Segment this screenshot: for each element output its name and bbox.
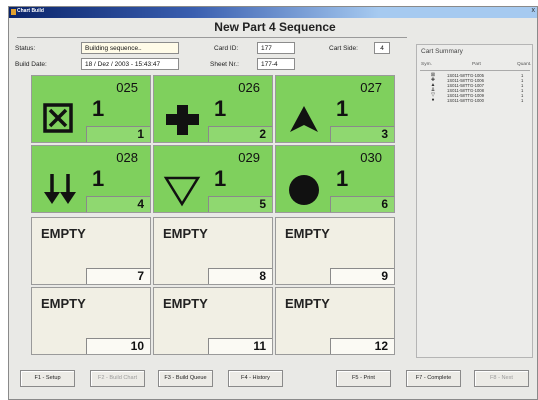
slot-code: 027 (360, 80, 382, 95)
slot-number: 4 (86, 196, 150, 212)
summary-symbol: ● (431, 97, 435, 103)
summary-header-quant: Quant. (517, 62, 532, 67)
summary-header-part: Part (472, 62, 481, 67)
empty-label: EMPTY (285, 226, 330, 241)
summary-quant: 1 (521, 98, 524, 103)
slot-quantity: 1 (336, 96, 349, 121)
empty-label: EMPTY (163, 296, 208, 311)
slot-number: 1 (86, 126, 150, 142)
slot-cell[interactable]: 029 1 5 (153, 145, 273, 213)
slot-cell-empty[interactable]: EMPTY 10 (31, 287, 151, 355)
slot-cell[interactable]: 030 1 6 (275, 145, 395, 213)
slot-quantity: 1 (214, 166, 227, 191)
build-queue-button[interactable]: F3 - Build Queue (158, 370, 213, 387)
slot-number: 3 (330, 126, 394, 142)
slot-quantity: 1 (214, 96, 227, 121)
slot-code: 029 (238, 150, 260, 165)
slot-cell[interactable]: 025 1 1 (31, 75, 151, 143)
summary-header-divider (420, 70, 530, 71)
title-bar[interactable]: Chart Build x (9, 7, 537, 18)
app-icon (11, 9, 16, 15)
slot-number: 10 (86, 338, 150, 354)
status-field: Building sequence.. (81, 42, 179, 54)
build-date-label: Build Date: (15, 61, 47, 68)
empty-label: EMPTY (41, 226, 86, 241)
slot-cell-empty[interactable]: EMPTY 9 (275, 217, 395, 285)
slot-quantity: 1 (336, 166, 349, 191)
summary-row: ● 1S011-58TTG-1000 1 (417, 97, 534, 104)
slot-cell[interactable]: 028 1 4 (31, 145, 151, 213)
cart-side-field: 4 (374, 42, 390, 54)
cart-side-label: Cart Side: (329, 45, 358, 52)
history-button[interactable]: F4 - History (228, 370, 283, 387)
filled-circle-icon (289, 175, 319, 205)
slot-code: 030 (360, 150, 382, 165)
slot-number: 8 (208, 268, 272, 284)
setup-button[interactable]: F1 - Setup (20, 370, 75, 387)
slot-number: 12 (330, 338, 394, 354)
slot-quantity: 1 (92, 96, 105, 121)
cart-summary-title: Cart Summary (421, 48, 463, 55)
page-title: New Part 4 Sequence (214, 20, 336, 34)
slot-code: 028 (116, 150, 138, 165)
next-button[interactable]: F8 - Next (474, 370, 529, 387)
slot-number: 9 (330, 268, 394, 284)
summary-header-sym: Sym. (421, 62, 432, 67)
plus-icon (166, 105, 199, 135)
build-chart-button[interactable]: F2 - Build Chart (90, 370, 145, 387)
slot-code: 025 (116, 80, 138, 95)
slot-code: 026 (238, 80, 260, 95)
crossed-box-icon (43, 103, 73, 133)
slot-number: 5 (208, 196, 272, 212)
print-button[interactable]: F5 - Print (336, 370, 391, 387)
window-title: Chart Build (17, 8, 44, 14)
slot-number: 2 (208, 126, 272, 142)
summary-part: 1S011-58TTG-1000 (447, 98, 484, 103)
card-id-label: Card ID: (214, 45, 239, 52)
slot-number: 11 (208, 338, 272, 354)
slot-cell-empty[interactable]: EMPTY 11 (153, 287, 273, 355)
card-id-field: 177 (257, 42, 295, 54)
empty-label: EMPTY (163, 226, 208, 241)
empty-label: EMPTY (285, 296, 330, 311)
empty-label: EMPTY (41, 296, 86, 311)
slot-cell[interactable]: 027 1 3 (275, 75, 395, 143)
slot-cell-empty[interactable]: EMPTY 7 (31, 217, 151, 285)
slot-number: 7 (86, 268, 150, 284)
complete-button[interactable]: F7 - Complete (406, 370, 461, 387)
arrowhead-icon (290, 106, 318, 132)
slot-cell-empty[interactable]: EMPTY 12 (275, 287, 395, 355)
slot-cell-empty[interactable]: EMPTY 8 (153, 217, 273, 285)
cart-summary-panel: Cart Summary Sym. Part Quant. ⊠ 1S011-58… (416, 44, 533, 358)
double-down-arrow-icon (44, 174, 76, 204)
slot-quantity: 1 (92, 166, 105, 191)
slot-cell[interactable]: 026 1 2 (153, 75, 273, 143)
close-icon[interactable]: x (532, 7, 536, 14)
status-label: Status: (15, 45, 36, 52)
sheet-nr-label: Sheet Nr.: (210, 61, 239, 68)
slot-number: 6 (330, 196, 394, 212)
down-triangle-icon (163, 176, 201, 207)
sheet-nr-field: 177-4 (257, 58, 295, 70)
heading-divider (17, 37, 407, 38)
build-date-field: 18 / Dez / 2003 - 15:43:47 (81, 58, 179, 70)
